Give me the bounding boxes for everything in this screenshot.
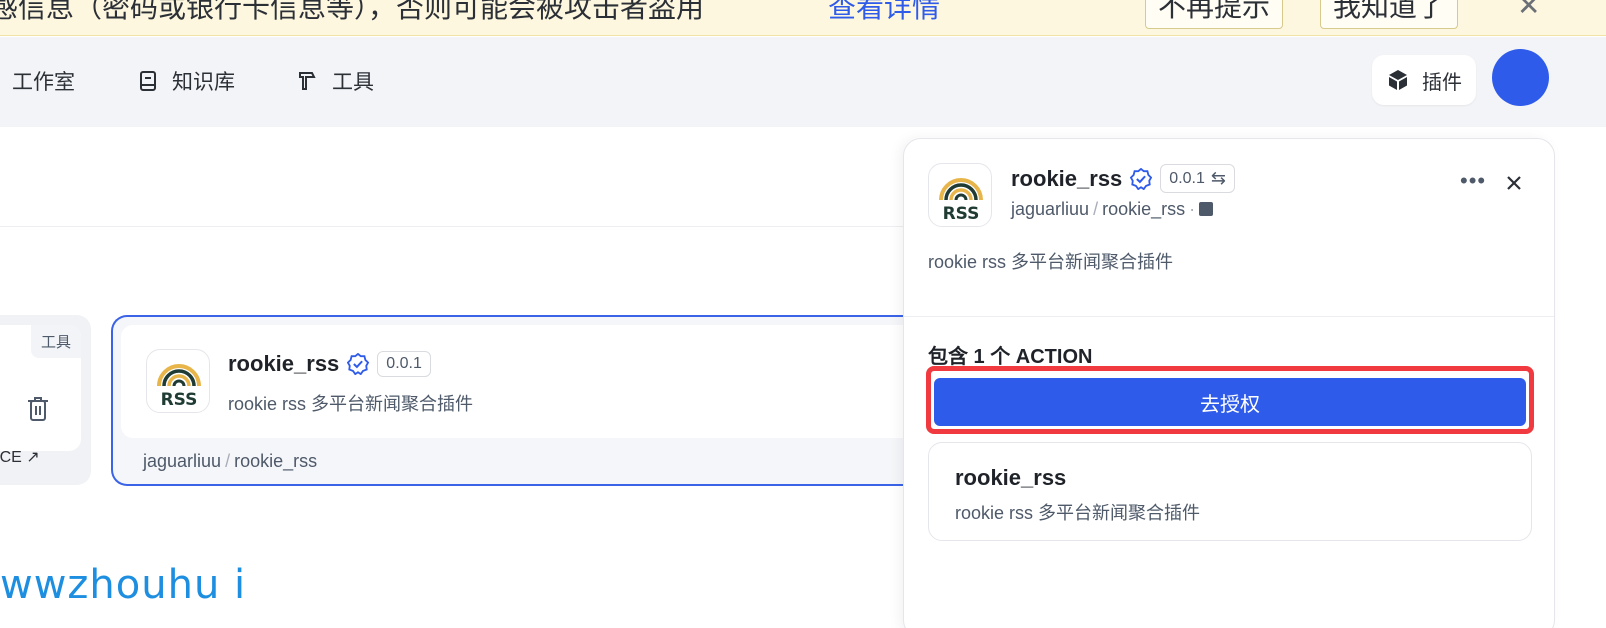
plugin-card-partial[interactable]: 工具 LACE ↗ (0, 315, 91, 485)
book-icon (140, 71, 156, 91)
actions-title: 包含 1 个 ACTION (928, 346, 1093, 368)
authorize-highlight: 去授权 (926, 366, 1534, 434)
author-name[interactable]: jaguarliuu (143, 451, 221, 471)
nav-item-label: 工具 (332, 71, 374, 94)
selected-plugin-inner: RSS rookie_rss 0.0.1 rookie rss 多平台新闻聚合插… (121, 325, 931, 438)
top-nav: 工作室 知识库 工具 插件 (0, 37, 1606, 127)
panel-description: rookie rss 多平台新闻聚合插件 (928, 252, 1174, 272)
author-name[interactable]: jaguarliuu (1011, 199, 1089, 219)
banner-details-link[interactable]: 查看详情 (828, 0, 940, 28)
tool-icon (299, 72, 316, 90)
version-switcher[interactable]: 0.0.1 ⇆ (1160, 164, 1235, 193)
panel-author: jaguarliuu / rookie_rss · (1011, 199, 1214, 220)
rss-logo-icon: RSS (146, 349, 210, 413)
plugin-name-row: rookie_rss 0.0.1 (228, 351, 431, 377)
bot-icon (1199, 202, 1214, 216)
svg-text:RSS: RSS (161, 390, 198, 410)
nav-item-tools[interactable]: 工具 (296, 65, 374, 97)
svg-text:RSS: RSS (943, 204, 980, 224)
action-description: rookie rss 多平台新闻聚合插件 (955, 503, 1201, 523)
plugin-author: jaguarliuu / rookie_rss (143, 451, 318, 471)
panel-name-row: rookie_rss 0.0.1 ⇆ (1011, 164, 1235, 193)
avatar[interactable] (1492, 49, 1549, 106)
verified-icon (1130, 167, 1153, 190)
plugin-button-label: 插件 (1422, 71, 1462, 94)
repo-name: rookie_rss (234, 451, 318, 471)
marketplace-link[interactable]: LACE ↗ (0, 447, 40, 467)
more-options-icon[interactable]: ••• (1460, 169, 1486, 193)
content-divider (0, 226, 905, 227)
action-name: rookie_rss (955, 465, 1067, 490)
close-icon[interactable] (1502, 171, 1526, 195)
nav-item-knowledge[interactable]: 知识库 (136, 65, 235, 97)
authorize-button[interactable]: 去授权 (934, 378, 1526, 426)
rss-logo-icon: RSS (928, 163, 992, 227)
selected-plugin-card[interactable]: RSS rookie_rss 0.0.1 rookie rss 多平台新闻聚合插… (111, 315, 931, 486)
panel-plugin-name: rookie_rss (1011, 165, 1123, 191)
nav-item-label: 知识库 (172, 71, 235, 94)
plugin-detail-panel: RSS rookie_rss 0.0.1 ⇆ jaguarliuu / rookie… (903, 138, 1555, 628)
panel-divider (904, 316, 1554, 317)
watermark-text: wwzhouhu i (0, 562, 247, 608)
banner-close-icon[interactable]: ✕ (1517, 0, 1540, 24)
version-label: 0.0.1 (386, 355, 422, 372)
got-it-button[interactable]: 我知道了 (1320, 0, 1459, 29)
plugin-description: rookie rss 多平台新闻聚合插件 (228, 394, 474, 414)
repo-name: rookie_rss (1102, 199, 1186, 219)
plugin-name: rookie_rss (228, 351, 340, 376)
verified-icon (347, 353, 370, 375)
nav-item-label: 工作室 (12, 71, 75, 94)
action-card[interactable]: rookie_rss rookie rss 多平台新闻聚合插件 (928, 442, 1532, 541)
plugin-card-inner: 工具 (0, 325, 81, 451)
version-label: 0.0.1 (1169, 169, 1205, 187)
trash-icon[interactable] (26, 395, 50, 423)
plugin-button[interactable]: 插件 (1372, 55, 1476, 105)
banner-message: 感信息（密码或银行卡信息等），否则可能会被攻击者盗用 (0, 0, 705, 23)
cube-icon (1389, 70, 1407, 90)
swap-icon: ⇆ (1210, 168, 1226, 188)
no-remind-button[interactable]: 不再提示 (1145, 0, 1284, 29)
version-badge: 0.0.1 (377, 351, 431, 377)
tool-tag: 工具 (30, 325, 81, 358)
nav-item-studio[interactable]: 工作室 (0, 65, 75, 97)
warning-banner: 感信息（密码或银行卡信息等），否则可能会被攻击者盗用 查看详情 不再提示 我知道… (0, 0, 1606, 36)
